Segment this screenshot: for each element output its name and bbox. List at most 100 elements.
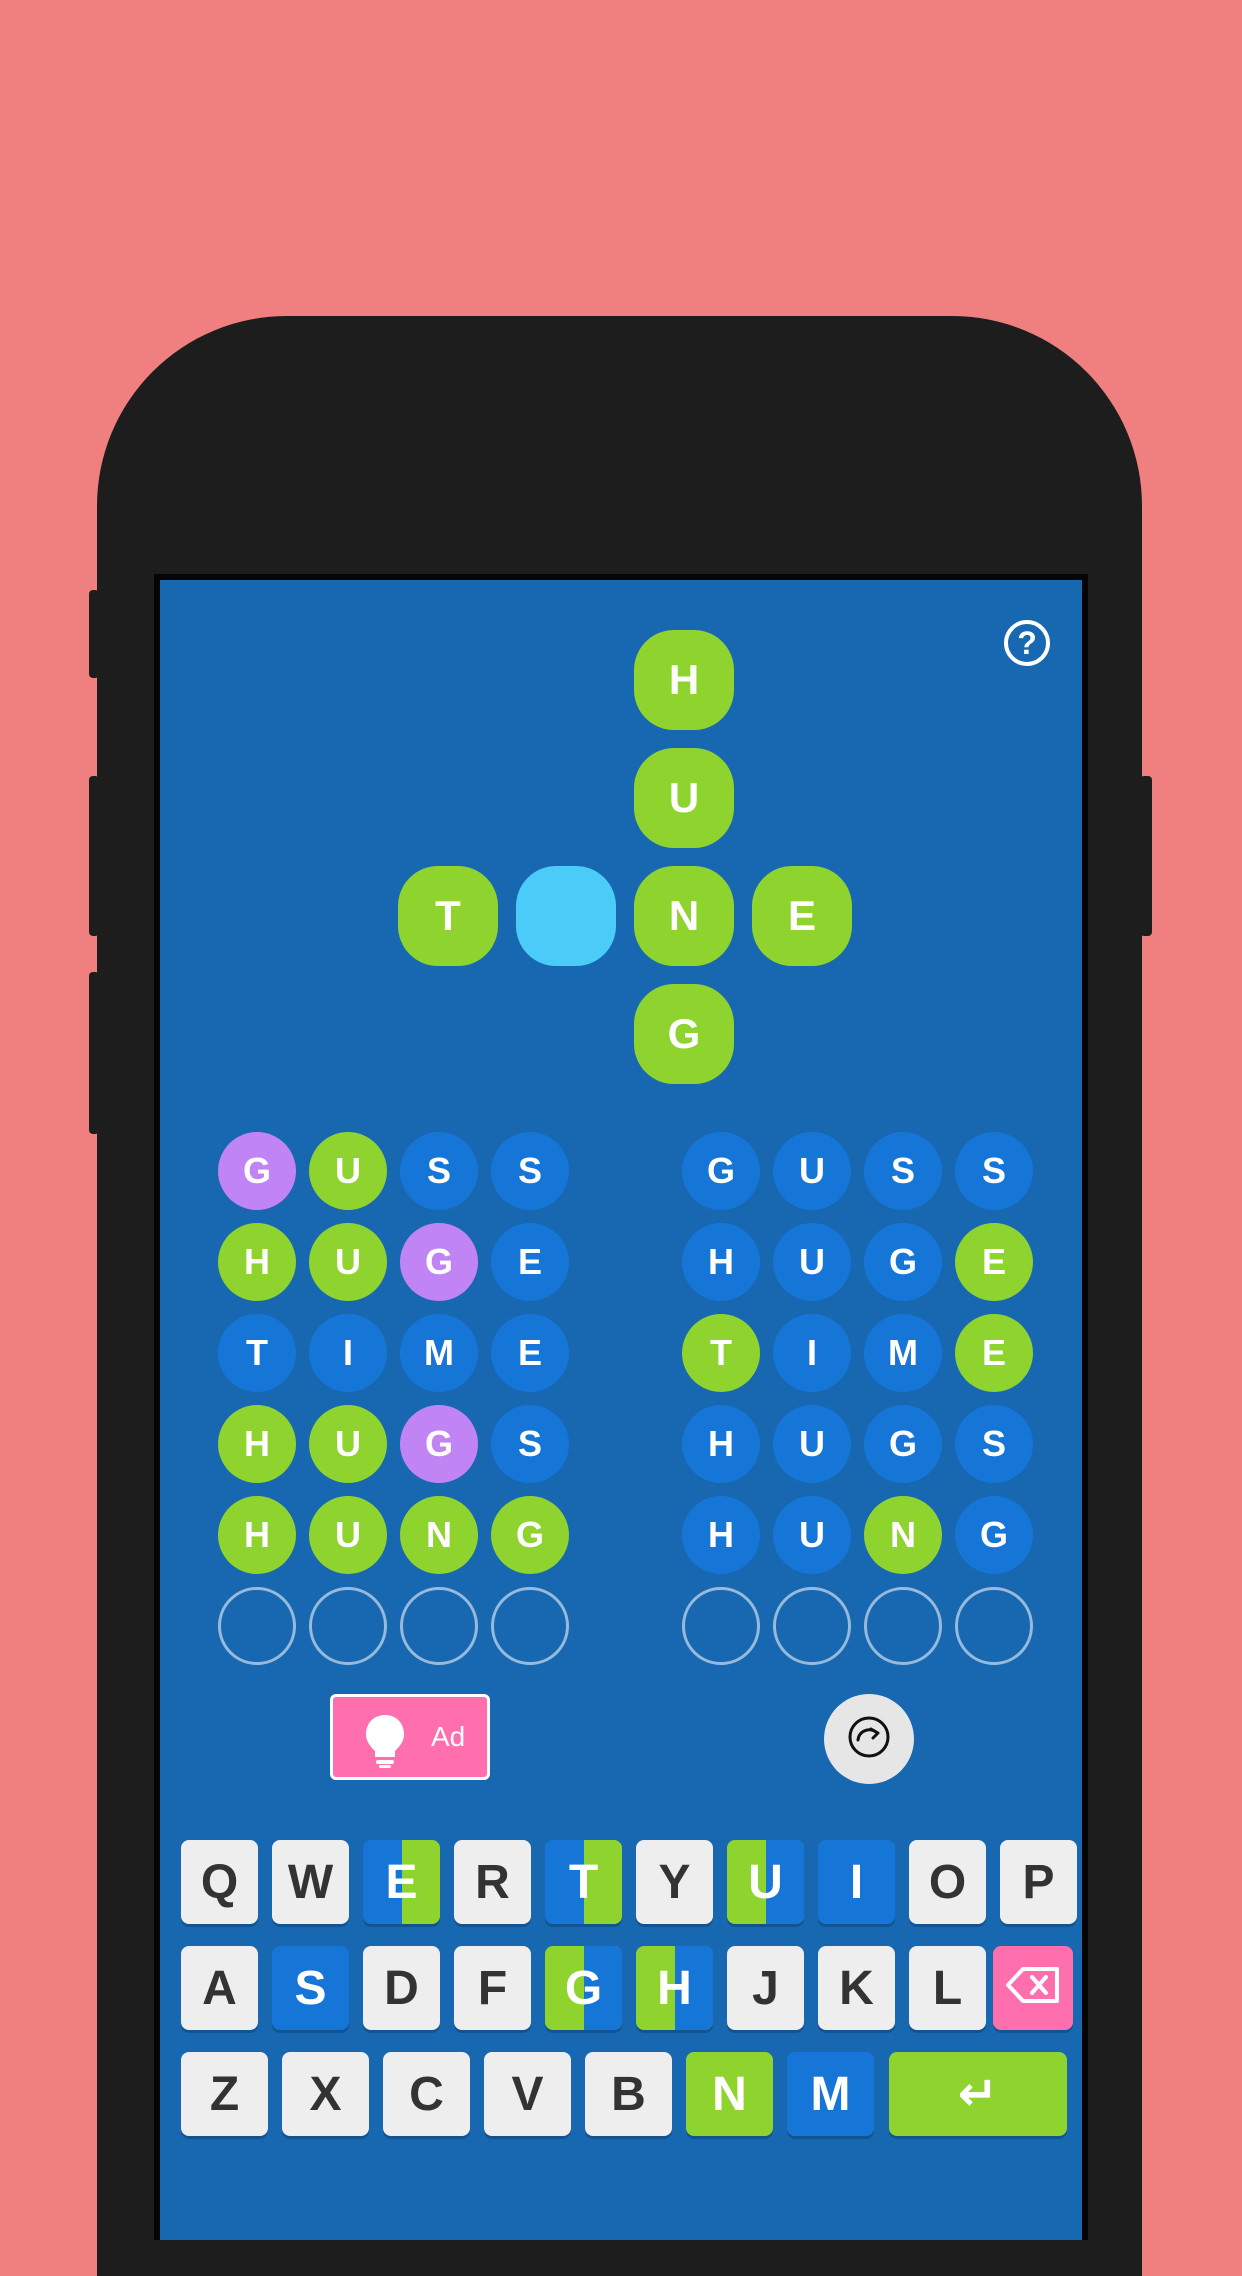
key-r[interactable]: R: [454, 1840, 531, 1924]
key-label: I: [849, 1855, 864, 1909]
hint-ad-button[interactable]: Ad: [330, 1694, 490, 1780]
key-u[interactable]: U: [727, 1840, 804, 1924]
guess-letter: U: [773, 1132, 851, 1210]
key-o[interactable]: O: [909, 1840, 986, 1924]
guess-letter: S: [864, 1132, 942, 1210]
guess-letter: S: [491, 1405, 569, 1483]
guess-letter: H: [218, 1405, 296, 1483]
key-label: T: [568, 1855, 599, 1909]
guess-letter: G: [682, 1132, 760, 1210]
guess-letter: E: [955, 1223, 1033, 1301]
key-x[interactable]: X: [282, 2052, 369, 2136]
key-h[interactable]: H: [636, 1946, 713, 2030]
backspace-key[interactable]: [993, 1946, 1073, 2030]
crossword-tile: E: [752, 866, 852, 966]
hint-ad-label: Ad: [431, 1721, 466, 1752]
guess-letter: G: [864, 1405, 942, 1483]
key-e[interactable]: E: [363, 1840, 440, 1924]
key-k[interactable]: K: [818, 1946, 895, 2030]
key-label: J: [752, 1961, 779, 2015]
guess-letter: I: [309, 1314, 387, 1392]
guess-letter: N: [864, 1496, 942, 1574]
guess-letter: H: [218, 1496, 296, 1574]
key-label: E: [385, 1855, 418, 1909]
key-label: X: [309, 2067, 342, 2121]
key-label: U: [748, 1855, 783, 1909]
key-b[interactable]: B: [585, 2052, 672, 2136]
key-label: B: [611, 2067, 646, 2121]
guess-letter: H: [682, 1496, 760, 1574]
key-label: L: [932, 1961, 963, 2015]
restart-button[interactable]: [824, 1694, 914, 1784]
key-label: Y: [658, 1855, 691, 1909]
key-l[interactable]: L: [909, 1946, 986, 2030]
phone-silent-switch: [89, 590, 99, 678]
key-label: M: [810, 2067, 851, 2121]
key-p[interactable]: P: [1000, 1840, 1077, 1924]
crossword-tile: G: [634, 984, 734, 1084]
key-label: R: [475, 1855, 510, 1909]
key-v[interactable]: V: [484, 2052, 571, 2136]
guess-letter: U: [309, 1405, 387, 1483]
guess-letter: H: [218, 1223, 296, 1301]
key-i[interactable]: I: [818, 1840, 895, 1924]
key-m[interactable]: M: [787, 2052, 874, 2136]
key-y[interactable]: Y: [636, 1840, 713, 1924]
key-g[interactable]: G: [545, 1946, 622, 2030]
guess-letter: G: [400, 1405, 478, 1483]
key-label: A: [202, 1961, 237, 2015]
backspace-icon: [1005, 1961, 1061, 2016]
key-label: K: [839, 1961, 874, 2015]
key-c[interactable]: C: [383, 2052, 470, 2136]
empty-guess-slot: [682, 1587, 760, 1665]
phone-power-button: [1140, 776, 1152, 936]
empty-guess-slot: [218, 1587, 296, 1665]
crossword-tile: N: [634, 866, 734, 966]
key-label: C: [409, 2067, 444, 2121]
guess-letter: S: [955, 1405, 1033, 1483]
enter-icon: ↵: [957, 2068, 999, 2121]
key-label: O: [928, 1855, 967, 1909]
key-label: V: [511, 2067, 544, 2121]
key-z[interactable]: Z: [181, 2052, 268, 2136]
guess-letter: G: [864, 1223, 942, 1301]
guess-letter: G: [955, 1496, 1033, 1574]
empty-guess-slot: [400, 1587, 478, 1665]
key-label: N: [712, 2067, 747, 2121]
guess-letter: E: [491, 1314, 569, 1392]
key-a[interactable]: A: [181, 1946, 258, 2030]
guess-letter: T: [218, 1314, 296, 1392]
key-t[interactable]: T: [545, 1840, 622, 1924]
empty-guess-slot: [864, 1587, 942, 1665]
crossword-tile-selected[interactable]: [516, 866, 616, 966]
key-d[interactable]: D: [363, 1946, 440, 2030]
key-s[interactable]: S: [272, 1946, 349, 2030]
key-n[interactable]: N: [686, 2052, 773, 2136]
key-label: G: [564, 1961, 603, 2015]
key-j[interactable]: J: [727, 1946, 804, 2030]
enter-key[interactable]: ↵: [889, 2052, 1067, 2136]
restart-icon: [847, 1715, 891, 1764]
key-w[interactable]: W: [272, 1840, 349, 1924]
guess-letter: G: [491, 1496, 569, 1574]
game-screen: ? H U T N E G GUSSHUGETIMEHUGSHUNG GUSSH…: [154, 574, 1088, 2240]
key-f[interactable]: F: [454, 1946, 531, 2030]
guess-letter: N: [400, 1496, 478, 1574]
guess-letter: H: [682, 1223, 760, 1301]
key-label: Q: [200, 1855, 239, 1909]
key-label: F: [477, 1961, 508, 2015]
guess-letter: U: [773, 1223, 851, 1301]
key-q[interactable]: Q: [181, 1840, 258, 1924]
help-icon[interactable]: ?: [1004, 620, 1050, 666]
guess-letter: S: [955, 1132, 1033, 1210]
guess-letter: I: [773, 1314, 851, 1392]
guess-letter: E: [955, 1314, 1033, 1392]
lightbulb-icon: [363, 1713, 407, 1774]
key-label: Z: [209, 2067, 240, 2121]
guess-letter: S: [491, 1132, 569, 1210]
crossword-tile: T: [398, 866, 498, 966]
key-label: H: [657, 1961, 692, 2015]
guess-letter: M: [864, 1314, 942, 1392]
guess-letter: M: [400, 1314, 478, 1392]
guess-letter: U: [773, 1405, 851, 1483]
